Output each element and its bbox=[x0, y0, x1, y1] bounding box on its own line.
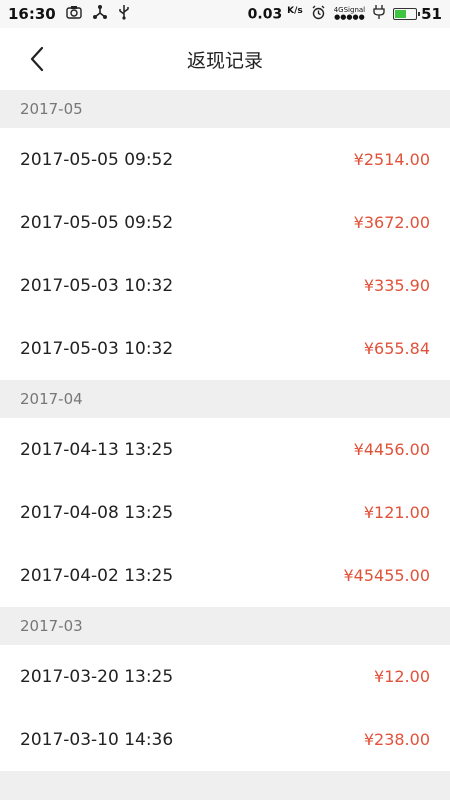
record-amount: ¥335.90 bbox=[363, 276, 430, 295]
record-row[interactable]: 2017-04-08 13:25 ¥121.00 bbox=[0, 481, 450, 544]
status-time: 16:30 bbox=[8, 5, 56, 23]
record-row[interactable]: 2017-04-02 13:25 ¥45455.00 bbox=[0, 544, 450, 607]
record-datetime: 2017-05-05 09:52 bbox=[20, 149, 174, 170]
record-datetime: 2017-05-03 10:32 bbox=[20, 275, 174, 296]
record-datetime: 2017-05-03 10:32 bbox=[20, 338, 174, 359]
record-amount: ¥12.00 bbox=[374, 667, 430, 686]
record-datetime: 2017-04-02 13:25 bbox=[20, 565, 174, 586]
record-amount: ¥2514.00 bbox=[353, 150, 430, 169]
battery-indicator: 51 bbox=[393, 5, 442, 23]
record-amount: ¥3672.00 bbox=[353, 213, 430, 232]
record-amount: ¥238.00 bbox=[363, 730, 430, 749]
record-amount: ¥4456.00 bbox=[353, 440, 430, 459]
month-group: 2017-05 2017-05-05 09:52 ¥2514.00 2017-0… bbox=[0, 90, 450, 380]
record-row[interactable]: 2017-04-13 13:25 ¥4456.00 bbox=[0, 418, 450, 481]
charging-icon bbox=[373, 4, 385, 24]
record-row[interactable]: 2017-03-10 14:36 ¥238.00 bbox=[0, 708, 450, 771]
page-title: 返现记录 bbox=[186, 49, 263, 72]
cashback-record-list: 2017-05 2017-05-05 09:52 ¥2514.00 2017-0… bbox=[0, 90, 450, 771]
month-header: 2017-03 bbox=[0, 607, 450, 645]
nav-bar: 返现记录 bbox=[0, 28, 450, 90]
battery-icon bbox=[393, 8, 421, 20]
record-row[interactable]: 2017-05-03 10:32 ¥655.84 bbox=[0, 317, 450, 380]
alarm-icon bbox=[311, 5, 326, 24]
usb-icon bbox=[118, 4, 130, 24]
camera-icon bbox=[66, 5, 82, 23]
battery-percent: 51 bbox=[421, 5, 442, 23]
share-icon bbox=[92, 4, 108, 24]
signal-indicator: 4GSignal ●●●●● bbox=[333, 6, 366, 21]
record-datetime: 2017-04-13 13:25 bbox=[20, 439, 174, 460]
record-amount: ¥121.00 bbox=[363, 503, 430, 522]
record-datetime: 2017-05-05 09:52 bbox=[20, 212, 174, 233]
record-datetime: 2017-04-08 13:25 bbox=[20, 502, 174, 523]
record-row[interactable]: 2017-05-03 10:32 ¥335.90 bbox=[0, 254, 450, 317]
chevron-left-icon bbox=[30, 46, 44, 72]
record-row[interactable]: 2017-05-05 09:52 ¥3672.00 bbox=[0, 191, 450, 254]
record-row[interactable]: 2017-05-05 09:52 ¥2514.00 bbox=[0, 128, 450, 191]
network-speed: 0.03 K/s bbox=[247, 5, 303, 23]
record-amount: ¥655.84 bbox=[363, 339, 430, 358]
month-group: 2017-03 2017-03-20 13:25 ¥12.00 2017-03-… bbox=[0, 607, 450, 771]
month-header: 2017-04 bbox=[0, 380, 450, 418]
battery-level-fill bbox=[395, 10, 407, 18]
month-header: 2017-05 bbox=[0, 90, 450, 128]
record-amount: ¥45455.00 bbox=[343, 566, 430, 585]
back-button[interactable] bbox=[22, 44, 52, 74]
status-bar: 16:30 0.03 K/s 4GSignal ●●●●● 51 bbox=[0, 0, 450, 28]
month-group: 2017-04 2017-04-13 13:25 ¥4456.00 2017-0… bbox=[0, 380, 450, 607]
record-datetime: 2017-03-20 13:25 bbox=[20, 666, 174, 687]
record-row[interactable]: 2017-03-20 13:25 ¥12.00 bbox=[0, 645, 450, 708]
record-datetime: 2017-03-10 14:36 bbox=[20, 729, 174, 750]
